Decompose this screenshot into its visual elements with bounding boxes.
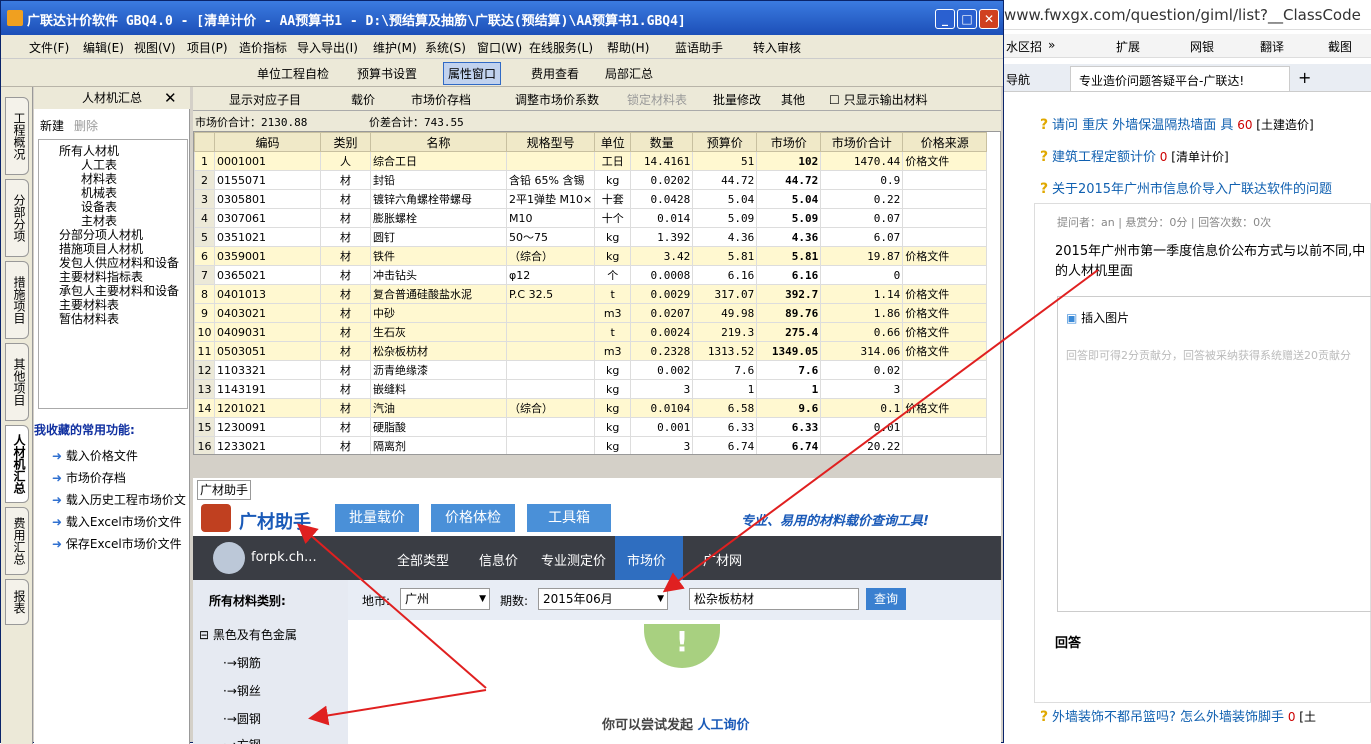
annotation-arrows: [296, 269, 1099, 726]
arrow-to-period: [662, 269, 1099, 593]
arrow-to-logo: [296, 523, 487, 689]
arrow-to-round-steel: [308, 689, 487, 726]
